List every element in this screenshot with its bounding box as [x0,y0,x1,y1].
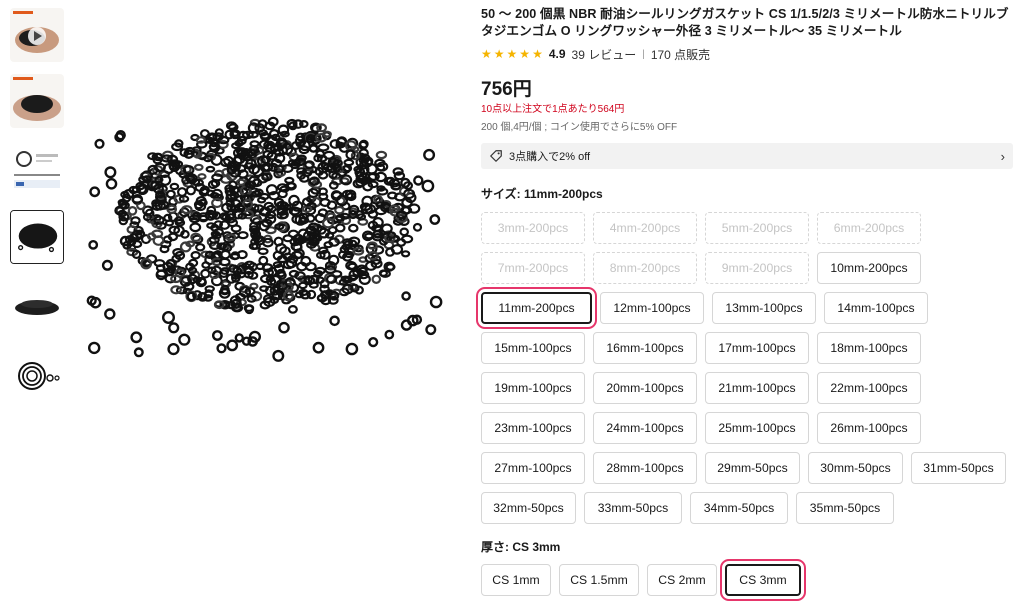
size-option[interactable]: 30mm-50pcs [808,452,903,484]
size-option[interactable]: 29mm-50pcs [705,452,800,484]
size-option[interactable]: 11mm-200pcs [476,287,597,329]
tag-icon [490,150,502,162]
thickness-option[interactable]: CS 2mm [647,564,717,596]
size-option[interactable]: 28mm-100pcs [593,452,697,484]
size-option[interactable]: 22mm-100pcs [817,372,921,404]
size-option[interactable]: 4mm-200pcs [593,212,697,244]
size-option[interactable]: 8mm-200pcs [593,252,697,284]
size-option[interactable]: 35mm-50pcs [796,492,894,524]
size-label: サイズ: 11mm-200pcs [481,187,603,201]
size-options: 3mm-200pcs 4mm-200pcs 5mm-200pcs 6mm-200pcs… [476,212,1021,524]
size-option[interactable]: 10mm-200pcs [817,252,921,284]
thickness-option[interactable]: CS 3mm [720,559,806,601]
size-option[interactable]: 18mm-100pcs [817,332,921,364]
thickness-option[interactable]: CS 1mm [481,564,551,596]
promo-text: 3点購入で2% off [509,151,591,163]
rating-stars: ★ ★ ★ ★ ★ [481,47,543,61]
size-option[interactable]: 20mm-100pcs [593,372,697,404]
thumbnail-hand[interactable] [10,74,64,128]
unit-price-note: 200 個,4円/個 ; コイン使用でさらに5% OFF [481,122,678,133]
product-title: 50 〜 200 個黒 NBR 耐油シールリングガスケット CS 1/1.5/2… [481,7,1009,38]
chevron-right-icon: › [1000,148,1005,164]
size-option[interactable]: 7mm-200pcs [481,252,585,284]
size-option[interactable]: 9mm-200pcs [705,252,809,284]
size-option[interactable]: 3mm-200pcs [481,212,585,244]
sold-count: 170 点販売 [650,47,711,62]
size-option[interactable]: 19mm-100pcs [481,372,585,404]
rating-score: 4.9 [548,47,566,61]
star-icon: ★ [519,47,531,61]
star-icon: ★ [506,47,518,61]
size-option[interactable]: 31mm-50pcs [911,452,1006,484]
size-option[interactable]: 15mm-100pcs [481,332,585,364]
thumbnail-sizes[interactable] [10,348,64,402]
o-ring-pile-image [86,116,443,362]
size-option[interactable]: 33mm-50pcs [584,492,682,524]
rating-row: ★ ★ ★ ★ ★ 4.9 39 レビュー | 170 点販売 [481,46,1016,62]
size-option[interactable]: 34mm-50pcs [690,492,788,524]
thickness-options: CS 1mm CS 1.5mm CS 2mm CS 3mm [481,559,1016,601]
size-option[interactable]: 16mm-100pcs [593,332,697,364]
main-product-image[interactable] [84,66,444,366]
thumbnail-rings[interactable] [10,280,64,334]
thickness-option[interactable]: CS 1.5mm [559,564,639,596]
star-icon: ★ [532,47,543,61]
bulk-discount-note: 10点以上注文で1点あたり564円 [481,104,625,115]
size-option[interactable]: 32mm-50pcs [481,492,576,524]
size-option[interactable]: 17mm-100pcs [705,332,809,364]
size-option[interactable]: 6mm-200pcs [817,212,921,244]
size-option[interactable]: 5mm-200pcs [705,212,809,244]
thumbnail-diagram[interactable] [10,144,64,198]
star-icon: ★ [493,47,505,61]
size-option[interactable]: 24mm-100pcs [593,412,697,444]
bundle-promo-bar[interactable]: 3点購入で2% off › [481,143,1013,169]
size-option[interactable]: 27mm-100pcs [481,452,585,484]
size-option[interactable]: 23mm-100pcs [481,412,585,444]
size-option[interactable]: 13mm-100pcs [712,292,816,324]
price: 756円 [481,79,532,100]
size-option[interactable]: 14mm-100pcs [824,292,928,324]
thumbnail-pile-selected[interactable] [10,210,64,264]
review-count-link[interactable]: 39 レビュー [572,46,637,63]
size-option[interactable]: 12mm-100pcs [600,292,704,324]
size-option[interactable]: 21mm-100pcs [705,372,809,404]
thickness-label: 厚さ: CS 3mm [481,540,561,554]
size-option[interactable]: 26mm-100pcs [817,412,921,444]
divider: | [642,48,645,60]
size-option[interactable]: 25mm-100pcs [705,412,809,444]
star-icon: ★ [481,47,492,61]
product-info: 50 〜 200 個黒 NBR 耐油シールリングガスケット CS 1/1.5/2… [476,0,1016,601]
thumbnail-video[interactable] [10,8,64,62]
